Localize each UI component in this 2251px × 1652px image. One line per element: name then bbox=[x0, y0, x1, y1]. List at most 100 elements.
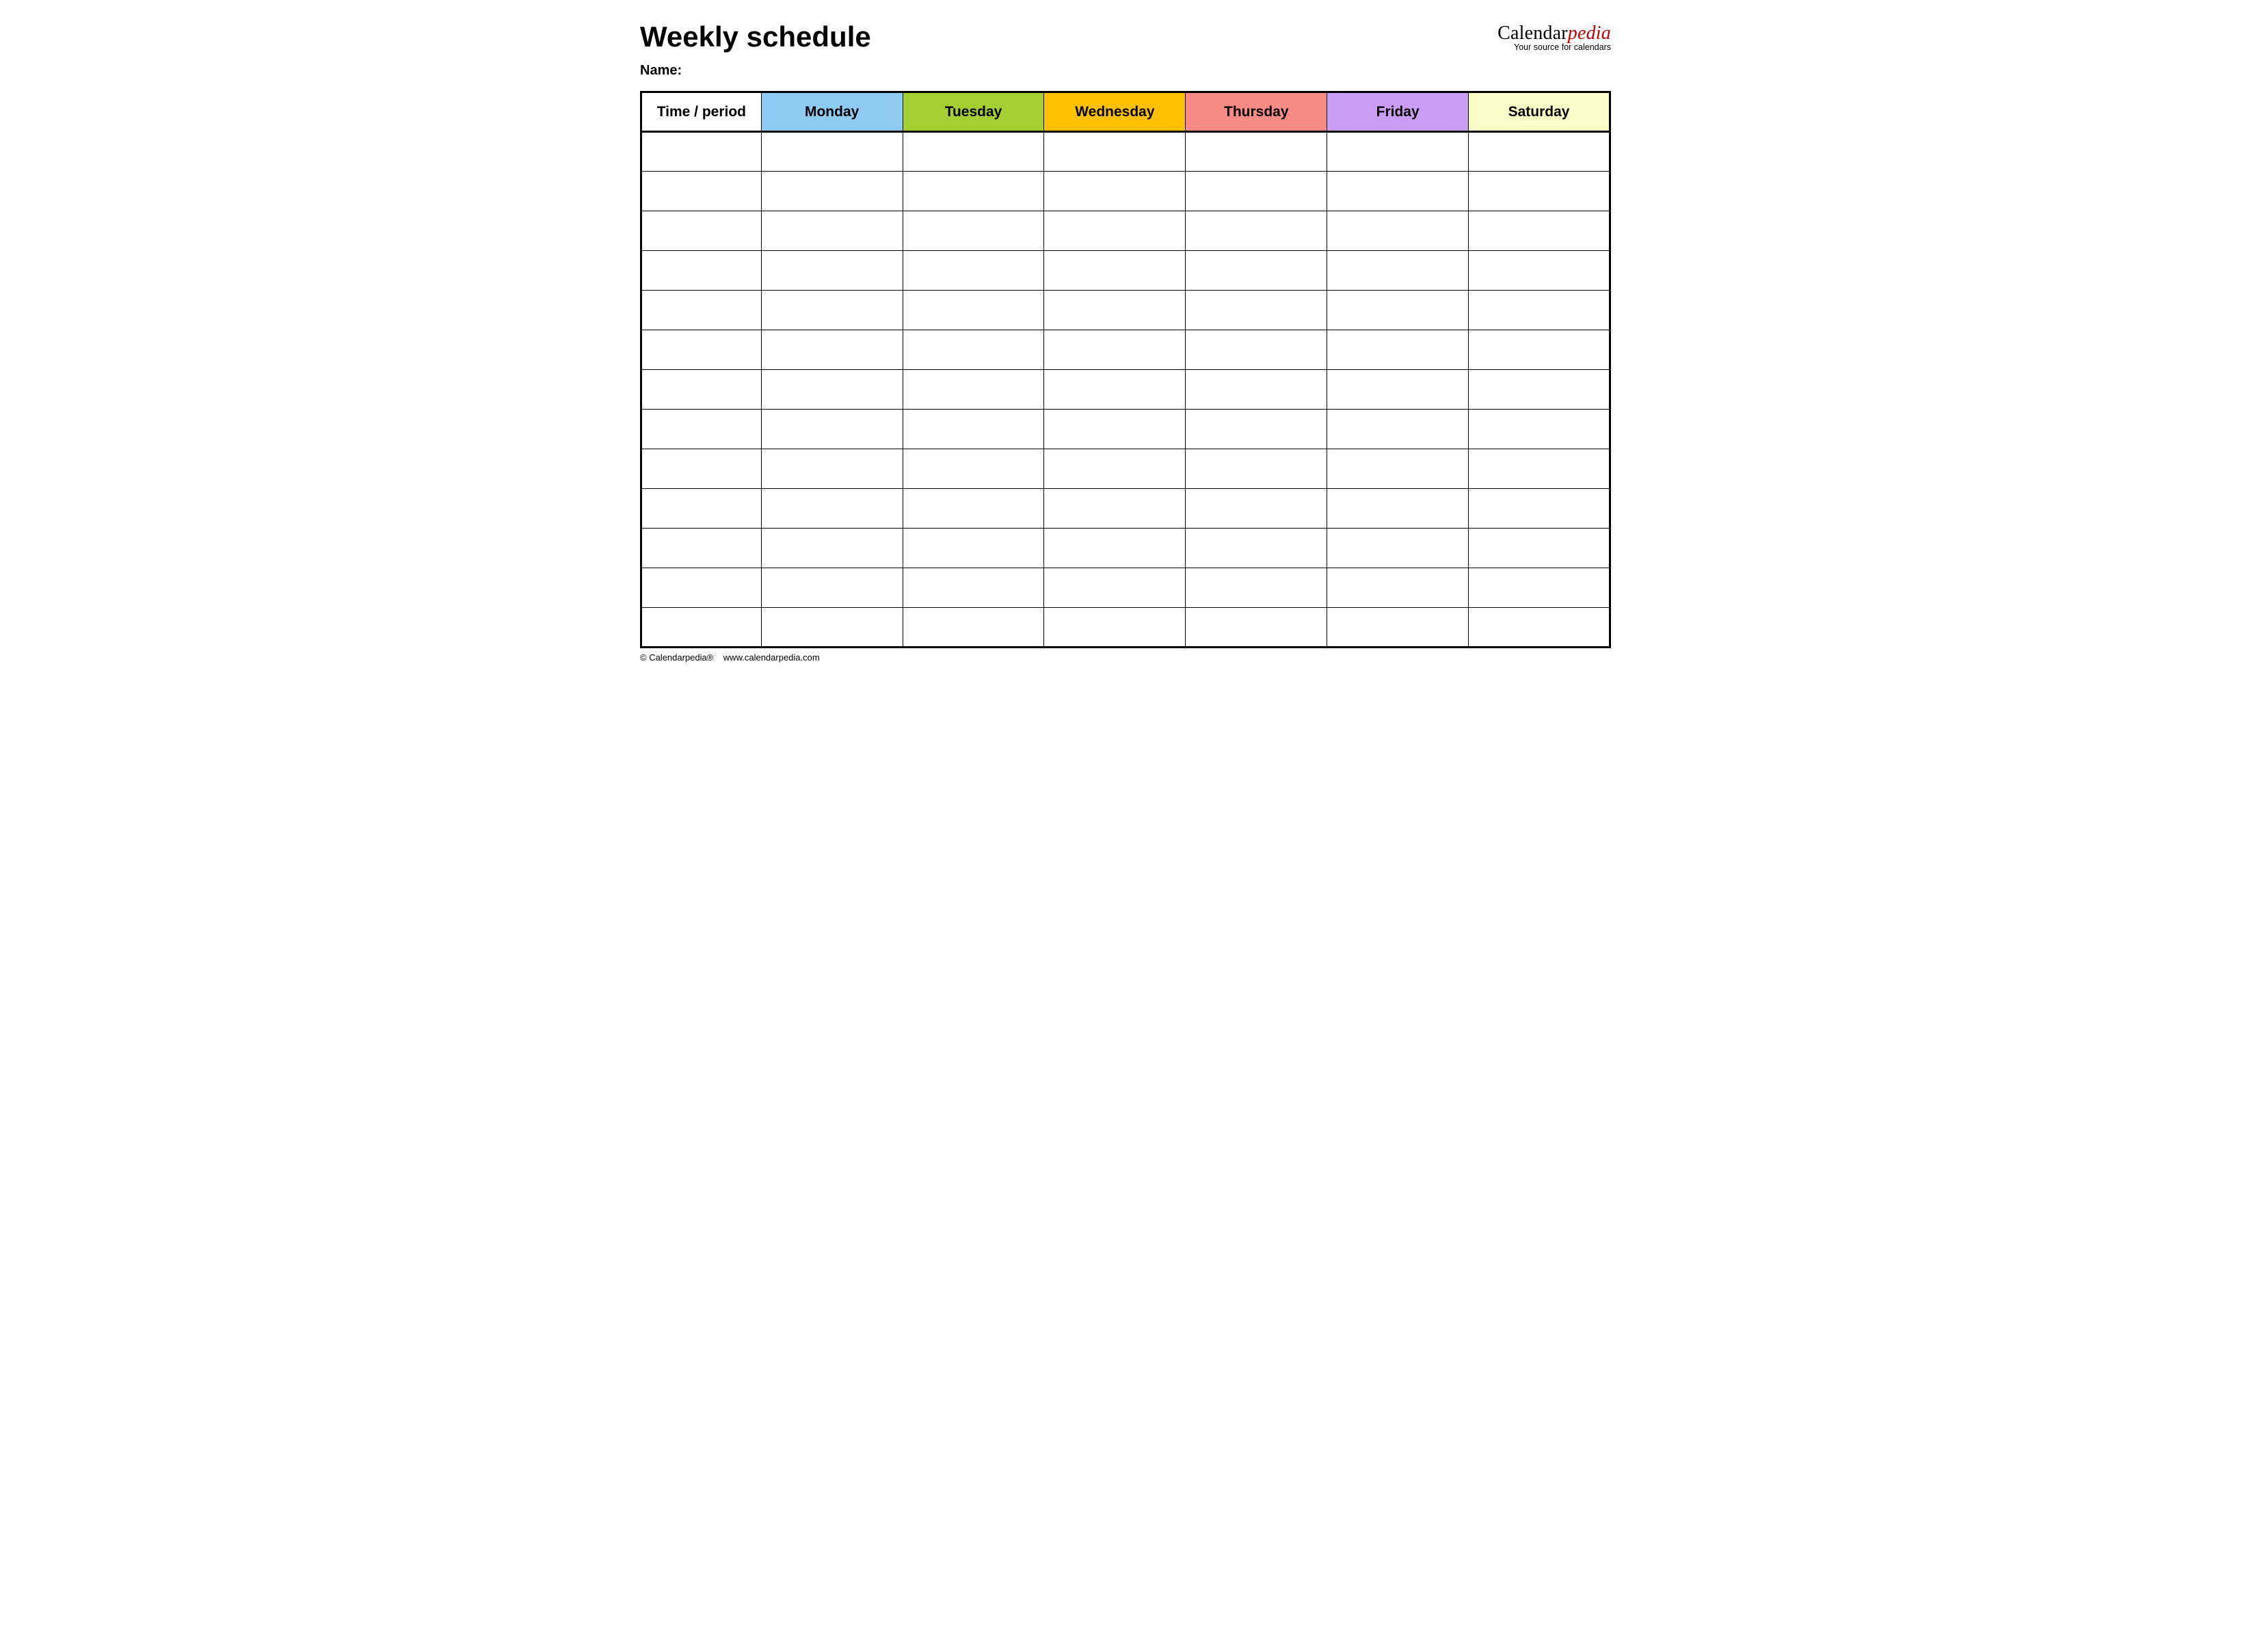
schedule-cell[interactable] bbox=[903, 330, 1044, 370]
schedule-cell[interactable] bbox=[761, 489, 903, 529]
schedule-cell[interactable] bbox=[761, 608, 903, 648]
schedule-cell[interactable] bbox=[1469, 489, 1610, 529]
schedule-cell[interactable] bbox=[761, 330, 903, 370]
schedule-cell[interactable] bbox=[1469, 211, 1610, 251]
schedule-cell[interactable] bbox=[1186, 251, 1327, 291]
schedule-cell[interactable] bbox=[1044, 489, 1186, 529]
schedule-cell[interactable] bbox=[903, 132, 1044, 172]
time-cell[interactable] bbox=[641, 291, 762, 330]
schedule-cell[interactable] bbox=[1327, 370, 1469, 410]
schedule-cell[interactable] bbox=[1044, 172, 1186, 211]
time-cell[interactable] bbox=[641, 449, 762, 489]
schedule-cell[interactable] bbox=[1186, 211, 1327, 251]
schedule-cell[interactable] bbox=[903, 449, 1044, 489]
schedule-cell[interactable] bbox=[1186, 410, 1327, 449]
schedule-cell[interactable] bbox=[761, 370, 903, 410]
schedule-cell[interactable] bbox=[1327, 410, 1469, 449]
schedule-cell[interactable] bbox=[1469, 449, 1610, 489]
schedule-cell[interactable] bbox=[903, 291, 1044, 330]
schedule-cell[interactable] bbox=[1469, 132, 1610, 172]
schedule-cell[interactable] bbox=[903, 568, 1044, 608]
time-cell[interactable] bbox=[641, 568, 762, 608]
col-header-tuesday: Tuesday bbox=[903, 92, 1044, 132]
table-row bbox=[641, 568, 1610, 608]
schedule-cell[interactable] bbox=[1327, 568, 1469, 608]
schedule-cell[interactable] bbox=[1044, 449, 1186, 489]
time-cell[interactable] bbox=[641, 410, 762, 449]
schedule-cell[interactable] bbox=[903, 370, 1044, 410]
schedule-cell[interactable] bbox=[1186, 172, 1327, 211]
time-cell[interactable] bbox=[641, 211, 762, 251]
schedule-cell[interactable] bbox=[761, 132, 903, 172]
time-cell[interactable] bbox=[641, 529, 762, 568]
schedule-cell[interactable] bbox=[1186, 489, 1327, 529]
schedule-cell[interactable] bbox=[761, 251, 903, 291]
schedule-cell[interactable] bbox=[1469, 291, 1610, 330]
schedule-cell[interactable] bbox=[1186, 291, 1327, 330]
time-cell[interactable] bbox=[641, 251, 762, 291]
schedule-cell[interactable] bbox=[1327, 330, 1469, 370]
schedule-cell[interactable] bbox=[903, 410, 1044, 449]
schedule-cell[interactable] bbox=[761, 568, 903, 608]
schedule-cell[interactable] bbox=[1469, 370, 1610, 410]
schedule-cell[interactable] bbox=[903, 529, 1044, 568]
schedule-cell[interactable] bbox=[1186, 529, 1327, 568]
table-row bbox=[641, 251, 1610, 291]
time-cell[interactable] bbox=[641, 608, 762, 648]
brand-tagline: Your source for calendars bbox=[1497, 43, 1611, 52]
schedule-cell[interactable] bbox=[1186, 330, 1327, 370]
schedule-cell[interactable] bbox=[1327, 529, 1469, 568]
schedule-cell[interactable] bbox=[1469, 568, 1610, 608]
table-row bbox=[641, 449, 1610, 489]
schedule-cell[interactable] bbox=[761, 211, 903, 251]
schedule-cell[interactable] bbox=[1469, 330, 1610, 370]
schedule-cell[interactable] bbox=[1469, 529, 1610, 568]
time-cell[interactable] bbox=[641, 132, 762, 172]
schedule-cell[interactable] bbox=[1044, 132, 1186, 172]
schedule-cell[interactable] bbox=[1327, 608, 1469, 648]
schedule-cell[interactable] bbox=[761, 291, 903, 330]
schedule-cell[interactable] bbox=[1327, 172, 1469, 211]
time-cell[interactable] bbox=[641, 172, 762, 211]
brand-prefix: Calendar bbox=[1497, 23, 1568, 44]
schedule-cell[interactable] bbox=[1327, 489, 1469, 529]
schedule-cell[interactable] bbox=[1186, 568, 1327, 608]
schedule-cell[interactable] bbox=[1044, 608, 1186, 648]
schedule-cell[interactable] bbox=[761, 529, 903, 568]
schedule-cell[interactable] bbox=[1186, 370, 1327, 410]
schedule-cell[interactable] bbox=[1044, 291, 1186, 330]
schedule-cell[interactable] bbox=[1044, 410, 1186, 449]
schedule-cell[interactable] bbox=[1327, 449, 1469, 489]
schedule-cell[interactable] bbox=[1044, 568, 1186, 608]
schedule-cell[interactable] bbox=[1327, 291, 1469, 330]
schedule-cell[interactable] bbox=[1469, 172, 1610, 211]
schedule-cell[interactable] bbox=[1044, 211, 1186, 251]
time-cell[interactable] bbox=[641, 370, 762, 410]
schedule-cell[interactable] bbox=[1327, 211, 1469, 251]
schedule-cell[interactable] bbox=[903, 608, 1044, 648]
schedule-cell[interactable] bbox=[1044, 370, 1186, 410]
schedule-cell[interactable] bbox=[903, 211, 1044, 251]
schedule-cell[interactable] bbox=[1469, 410, 1610, 449]
schedule-cell[interactable] bbox=[1469, 608, 1610, 648]
schedule-cell[interactable] bbox=[1327, 251, 1469, 291]
schedule-cell[interactable] bbox=[903, 489, 1044, 529]
schedule-cell[interactable] bbox=[1044, 330, 1186, 370]
schedule-table: Time / period Monday Tuesday Wednesday T… bbox=[640, 91, 1611, 648]
schedule-cell[interactable] bbox=[761, 410, 903, 449]
schedule-cell[interactable] bbox=[1044, 251, 1186, 291]
time-cell[interactable] bbox=[641, 330, 762, 370]
brand-block: Calendarpedia Your source for calendars bbox=[1497, 21, 1611, 53]
schedule-cell[interactable] bbox=[903, 251, 1044, 291]
schedule-cell[interactable] bbox=[1186, 132, 1327, 172]
schedule-cell[interactable] bbox=[761, 172, 903, 211]
schedule-cell[interactable] bbox=[1327, 132, 1469, 172]
schedule-cell[interactable] bbox=[761, 449, 903, 489]
schedule-cell[interactable] bbox=[1186, 449, 1327, 489]
schedule-cell[interactable] bbox=[903, 172, 1044, 211]
table-row bbox=[641, 291, 1610, 330]
time-cell[interactable] bbox=[641, 489, 762, 529]
schedule-cell[interactable] bbox=[1469, 251, 1610, 291]
schedule-cell[interactable] bbox=[1186, 608, 1327, 648]
schedule-cell[interactable] bbox=[1044, 529, 1186, 568]
